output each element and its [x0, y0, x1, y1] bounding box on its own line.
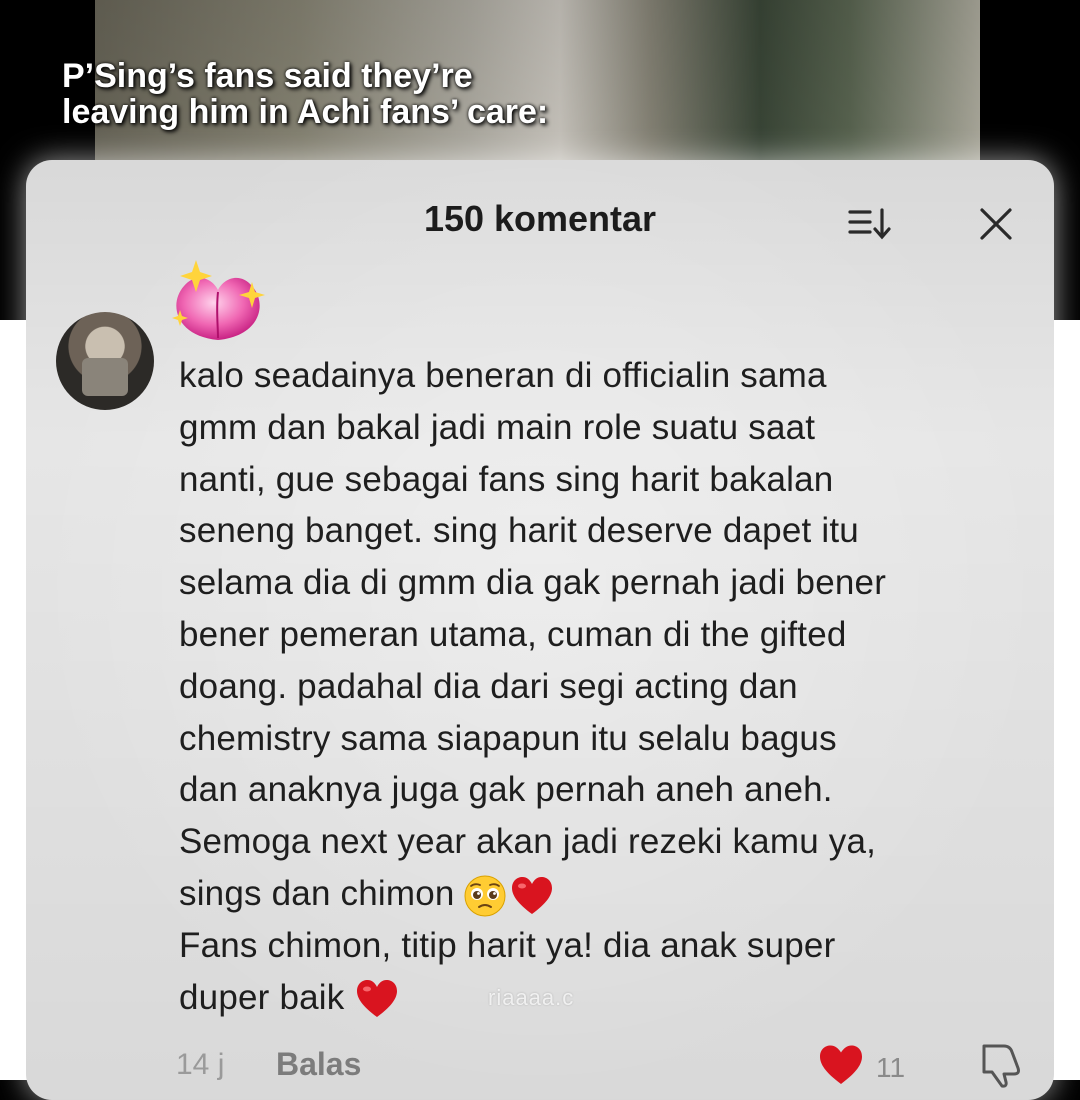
comment-line: Fans chimon, titip harit ya! dia anak su…: [179, 925, 836, 965]
comment-line: duper baik: [179, 977, 345, 1017]
comment-body: kalo seadainya beneran di officialin sam…: [179, 350, 1039, 1023]
comments-panel: 150 komentar kalo seadainya beneran di o…: [26, 160, 1054, 1100]
sort-icon[interactable]: [846, 204, 896, 244]
comment-line: chemistry sama siapapun itu selalu bagus: [179, 718, 837, 758]
comment-line: nanti, gue sebagai fans sing harit bakal…: [179, 459, 834, 499]
comment-line: kalo seadainya beneran di officialin sam…: [179, 356, 827, 395]
avatar[interactable]: [56, 312, 154, 410]
comment-line-with-emoji: sings dan chimon: [179, 868, 1039, 920]
comment-line: bener pemeran utama, cuman di the gifted: [179, 614, 847, 654]
pleading-face-icon: [464, 875, 506, 917]
caption: P’Sing’s fans said they’re leaving him i…: [62, 58, 548, 130]
comment-line: gmm dan bakal jadi main role suatu saat: [179, 407, 816, 447]
comment-line: doang. padahal dia dari segi acting dan: [179, 666, 798, 706]
red-heart-icon: [511, 876, 552, 914]
comments-count-title: 150 komentar: [423, 198, 657, 239]
caption-line-1: P’Sing’s fans said they’re: [62, 57, 473, 95]
comment-timestamp: 14 j: [176, 1048, 225, 1081]
caption-line-2: leaving him in Achi fans’ care:: [62, 93, 549, 131]
avatar-figure: [82, 358, 128, 396]
comment-line: sings dan chimon: [179, 873, 455, 913]
red-heart-icon: [357, 980, 398, 1018]
close-icon[interactable]: [976, 204, 1016, 244]
comment-line: dan anaknya juga gak pernah aneh aneh.: [179, 770, 833, 810]
comment-line: selama dia di gmm dia gak pernah jadi be…: [179, 563, 887, 603]
watermark: riaaaa.c: [488, 985, 575, 1010]
comment-line-with-emoji: duper baik: [179, 972, 1039, 1024]
comment-line: seneng banget. sing harit deserve dapet …: [179, 511, 859, 551]
comment-line: Semoga next year akan jadi rezeki kamu y…: [179, 822, 877, 862]
like-count: 11: [876, 1052, 906, 1083]
reply-button[interactable]: Balas: [276, 1046, 361, 1083]
peach-sparkle-sticker: [172, 260, 265, 340]
dislike-icon[interactable]: [974, 1042, 1024, 1088]
